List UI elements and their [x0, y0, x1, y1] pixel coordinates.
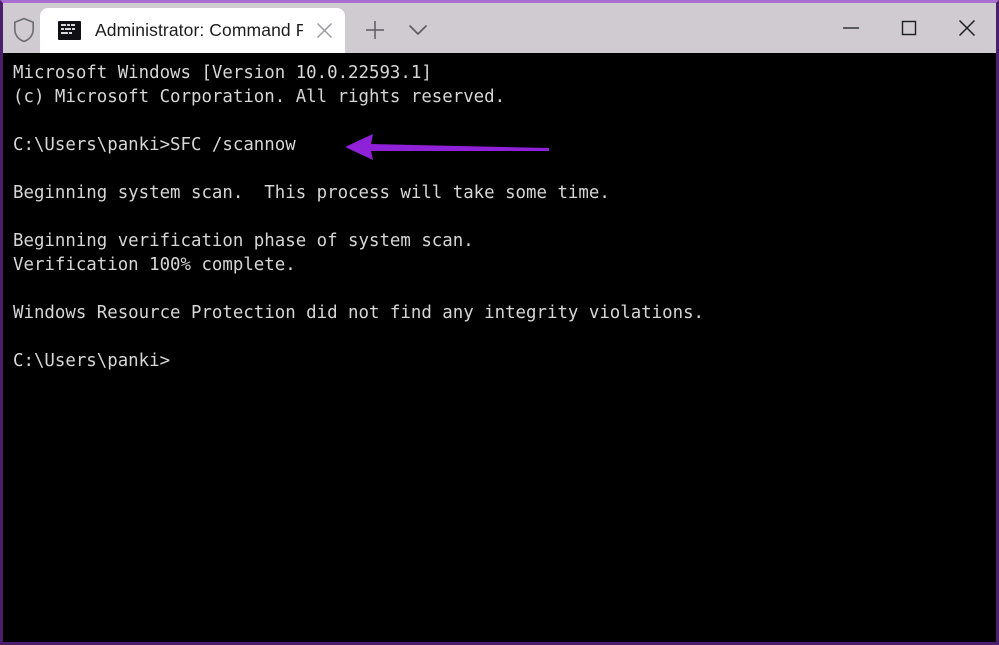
terminal-line: Beginning system scan. This process will… [13, 183, 610, 203]
terminal-output-area[interactable]: Microsoft Windows [Version 10.0.22593.1]… [3, 53, 996, 642]
terminal-line: (c) Microsoft Corporation. All rights re… [13, 87, 506, 107]
shield-icon [10, 16, 38, 44]
tab-close-icon[interactable] [307, 14, 341, 48]
minimize-button[interactable] [822, 4, 880, 52]
tab-title: Administrator: Command Prom [95, 20, 303, 40]
terminal-line: Microsoft Windows [Version 10.0.22593.1] [13, 63, 432, 83]
terminal-line: Verification 100% complete. [13, 255, 296, 275]
title-bar[interactable]: Administrator: Command Prom [3, 3, 996, 53]
terminal-line: Windows Resource Protection did not find… [13, 303, 705, 323]
new-tab-button[interactable] [359, 15, 391, 45]
command-prompt-window: Administrator: Command Prom [0, 0, 999, 645]
maximize-button[interactable] [880, 4, 938, 52]
terminal-line-command: C:\Users\panki>SFC /scannow [13, 135, 296, 155]
tab-dropdown-button[interactable] [402, 15, 434, 45]
terminal-line: Beginning verification phase of system s… [13, 231, 474, 251]
window-controls [822, 3, 996, 53]
close-button[interactable] [938, 4, 996, 52]
console-icon [58, 21, 81, 40]
tab-administrator-command-prompt[interactable]: Administrator: Command Prom [40, 8, 345, 53]
terminal-line-prompt: C:\Users\panki> [13, 351, 171, 371]
